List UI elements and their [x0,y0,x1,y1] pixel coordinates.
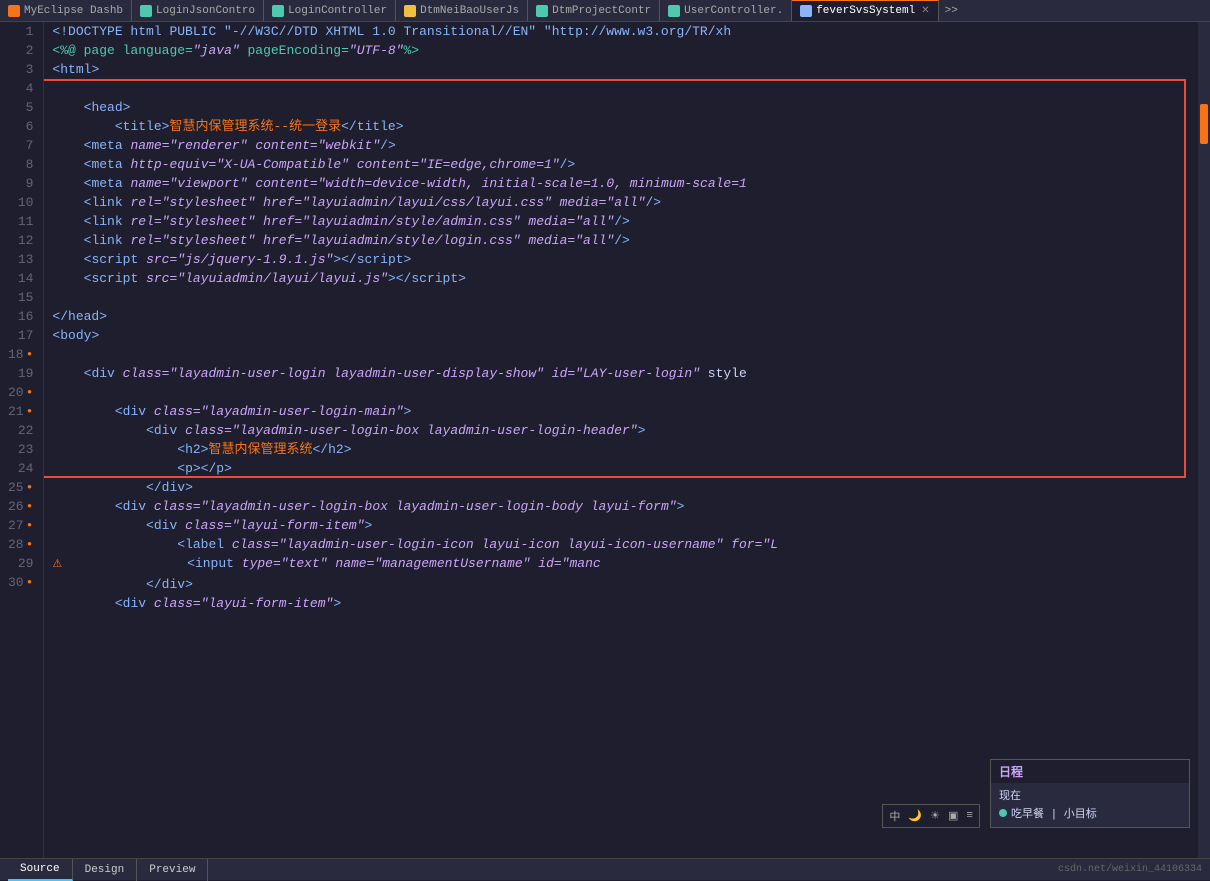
code-line: <link rel="stylesheet" href="layuiadmin/… [52,193,1198,212]
scrollbar-track[interactable] [1198,22,1210,858]
code-line: <body> [52,326,1198,345]
code-line: <meta name="viewport" content="width=dev… [52,174,1198,193]
float-panel-title: 日程 [991,760,1189,783]
code-line: <html> [52,60,1198,79]
tab-myeclipse[interactable]: MyEclipse Dashb [0,0,132,22]
float-panel-row2: 吃早餐 | 小目标 [999,805,1181,821]
tab-icon-logincontroller [272,5,284,17]
toolbar-moon-icon: 🌙 [908,809,922,823]
code-line: <h2>智慧内保管理系统</h2> [52,440,1198,459]
code-line: </div> [52,478,1198,497]
code-line: <meta name="renderer" content="webkit"/> [52,136,1198,155]
tab-label-usercontroller: UserController. [684,5,783,17]
tab-loginjson[interactable]: LoginJsonContro [132,0,264,22]
status-info: csdn.net/weixin_44106334 [1058,864,1202,875]
tab-feversys[interactable]: feverSvsSysteml ✕ [792,0,938,22]
code-line: <p></p> [52,459,1198,478]
float-panel-schedule-text: 吃早餐 | 小目标 [1011,805,1097,821]
tab-icon-dtmneibao [404,5,416,17]
status-tabs: Source Design Preview [8,859,208,881]
code-line: <meta http-equiv="X-UA-Compatible" conte… [52,155,1198,174]
code-line: <link rel="stylesheet" href="layuiadmin/… [52,231,1198,250]
status-tab-preview[interactable]: Preview [137,859,208,881]
status-tab-source[interactable]: Source [8,859,73,881]
tab-icon-loginjson [140,5,152,17]
tab-icon-myeclipse [8,5,20,17]
tab-usercontroller[interactable]: UserController. [660,0,792,22]
tab-logincontroller[interactable]: LoginController [264,0,396,22]
code-line [52,383,1198,402]
status-bar: Source Design Preview csdn.net/weixin_44… [0,858,1210,880]
code-line: <%@ page language="java" pageEncoding="U… [52,41,1198,60]
tab-label-myeclipse: MyEclipse Dashb [24,5,123,17]
code-line: <title>智慧内保管理系统--统一登录</title> [52,117,1198,136]
editor-container: 123456789101112131415161718•1920•21•2223… [0,22,1210,858]
tab-icon-usercontroller [668,5,680,17]
float-toolbar: 中 🌙 ☀ ▣ ≡ [882,804,980,828]
tab-label-logincontroller: LoginController [288,5,387,17]
tab-icon-feversys [800,5,812,17]
toolbar-grid-icon: ▣ [948,809,958,823]
code-line: <head> [52,98,1198,117]
toolbar-lang-icon: 中 [889,808,900,824]
toolbar-menu-icon: ≡ [966,810,973,822]
code-line: <div class="layadmin-user-login-box laya… [52,497,1198,516]
code-line [52,288,1198,307]
float-panel: 日程 现在 吃早餐 | 小目标 [990,759,1190,828]
code-line: <label class="layadmin-user-login-icon l… [52,535,1198,554]
code-line: <div class="layadmin-user-login-box laya… [52,421,1198,440]
tab-label-feversys: feverSvsSysteml [816,5,915,17]
line-numbers-gutter: 123456789101112131415161718•1920•21•2223… [0,22,44,858]
tab-label-dtmneibao: DtmNeiBaoUserJs [420,5,519,17]
code-area[interactable]: <!DOCTYPE html PUBLIC "-//W3C//DTD XHTML… [44,22,1198,858]
code-line: <!DOCTYPE html PUBLIC "-//W3C//DTD XHTML… [52,22,1198,41]
code-line [52,79,1198,98]
code-line: <div class="layui-form-item"> [52,516,1198,535]
code-line: <link rel="stylesheet" href="layuiadmin/… [52,212,1198,231]
float-panel-row1: 现在 [999,787,1181,803]
code-line: </head> [52,307,1198,326]
code-line: <div class="layadmin-user-login-main"> [52,402,1198,421]
status-tab-design[interactable]: Design [73,859,138,881]
tab-dtmproject[interactable]: DtmProjectContr [528,0,660,22]
close-icon[interactable]: ✕ [921,5,929,17]
code-line: <script src="js/jquery-1.9.1.js"></scrip… [52,250,1198,269]
tab-icon-dtmproject [536,5,548,17]
code-line: <script src="layuiadmin/layui/layui.js">… [52,269,1198,288]
tab-bar: MyEclipse Dashb LoginJsonContro LoginCon… [0,0,1210,22]
tab-overflow-button[interactable]: >> [939,5,964,17]
tab-dtmneibao[interactable]: DtmNeiBaoUserJs [396,0,528,22]
code-line: ⚠ <input type="text" name="managementUse… [52,554,1198,575]
tab-label-dtmproject: DtmProjectContr [552,5,651,17]
tab-label-loginjson: LoginJsonContro [156,5,255,17]
scrollbar-thumb[interactable] [1200,104,1208,144]
schedule-dot-icon [999,809,1007,817]
float-panel-body: 现在 吃早餐 | 小目标 [991,783,1189,827]
code-line [52,345,1198,364]
code-line: <div class="layadmin-user-login layadmin… [52,364,1198,383]
float-panel-now-label: 现在 [999,787,1021,803]
code-line: </div> [52,575,1198,594]
toolbar-sun-icon: ☀ [930,809,940,823]
code-line: <div class="layui-form-item"> [52,594,1198,613]
